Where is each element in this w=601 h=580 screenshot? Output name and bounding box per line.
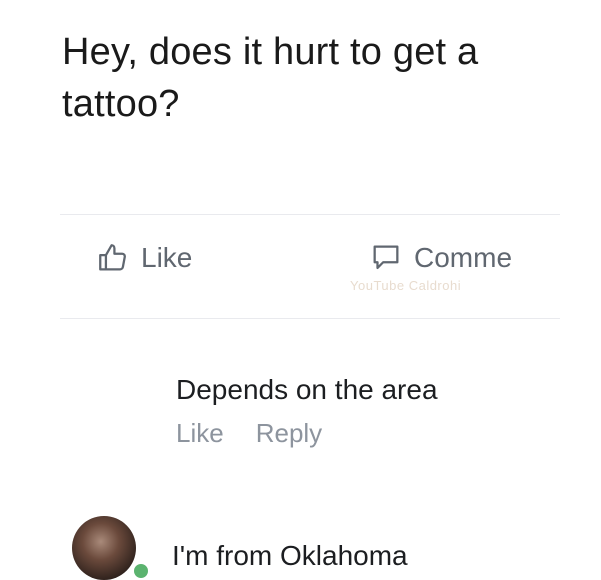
comment-like-link[interactable]: Like [176,418,224,449]
comment-reply-link[interactable]: Reply [256,418,322,449]
like-label: Like [141,242,193,273]
post-text-line-2: tattoo? [62,83,180,125]
divider [60,214,560,215]
comment-actions: Like Reply [176,418,438,449]
thumbs-up-icon [95,240,131,276]
avatar[interactable] [72,516,136,580]
reply-comment-text: I'm from Oklahoma [172,540,408,571]
watermark: YouTube Caldrohi [350,278,462,293]
comment: Depends on the area Like Reply [176,372,438,449]
online-status-dot [132,562,150,580]
comment-label: Comme [414,242,513,273]
like-button[interactable]: Like [95,238,192,278]
post-text-line-1: Hey, does it hurt to get a [62,31,479,73]
post-text: Hey, does it hurt to get a tattoo? [62,26,582,130]
speech-bubble-icon [368,240,404,276]
comment-text: Depends on the area [176,374,438,405]
comment-button[interactable]: Comme [368,238,568,278]
divider [60,318,560,319]
